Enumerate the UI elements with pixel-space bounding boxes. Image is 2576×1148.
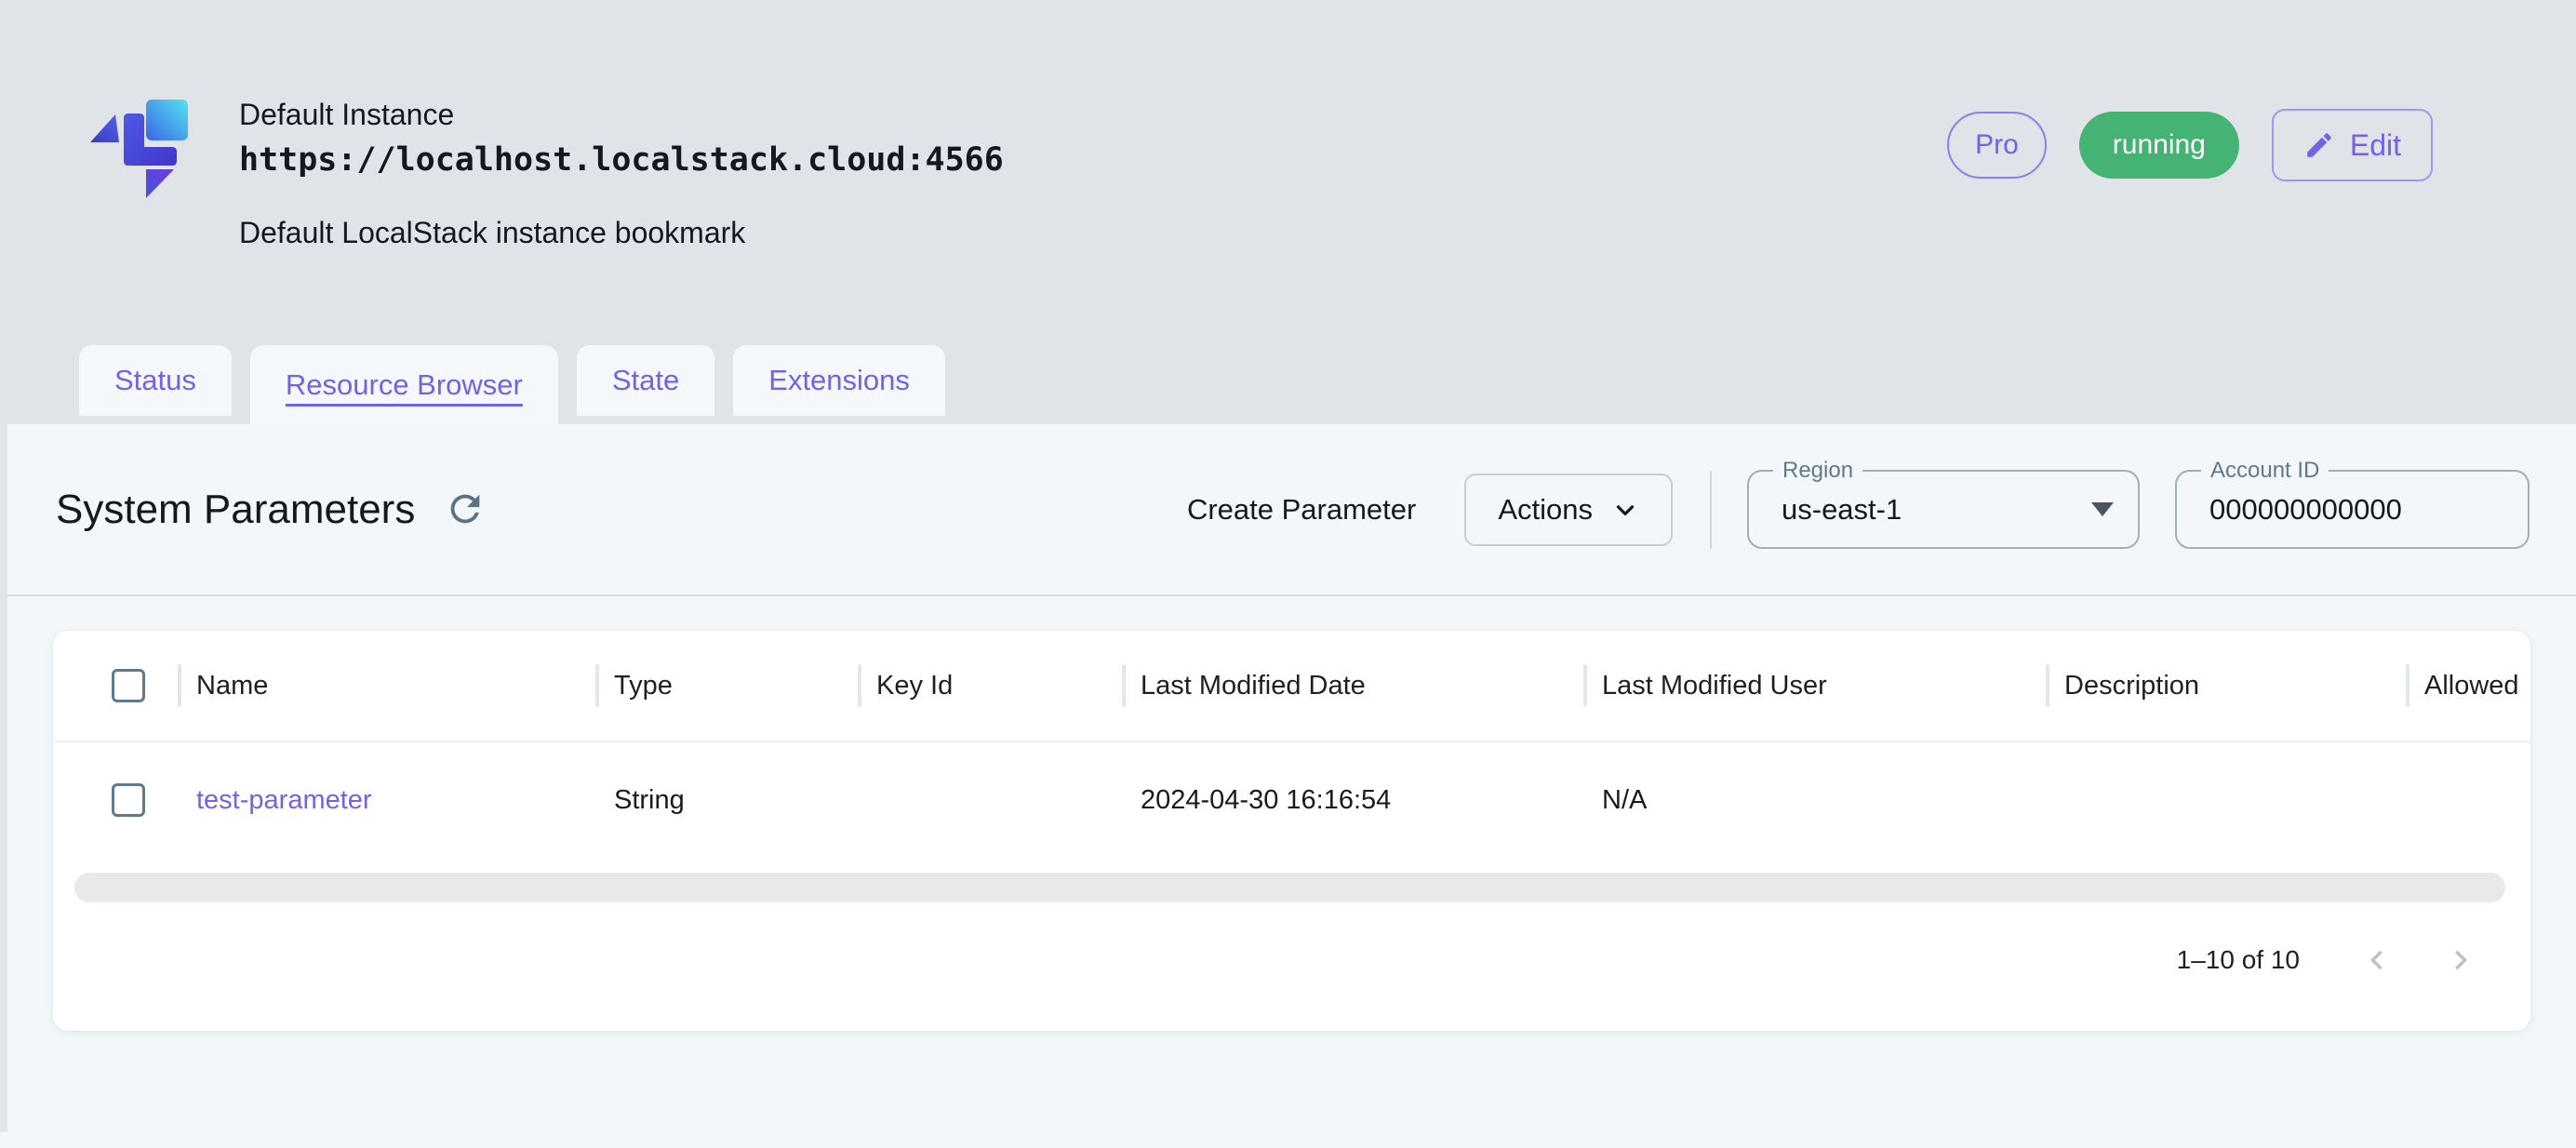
localstack-instance-page: Default Instance https://localhost.local… [0, 0, 2576, 1148]
tab-resource-browser[interactable]: Resource Browser [250, 345, 558, 424]
chevron-right-icon [2441, 941, 2480, 980]
parameter-type: String [614, 785, 685, 816]
chevron-left-icon [2357, 941, 2396, 980]
refresh-button[interactable] [443, 487, 487, 532]
instance-header: Default Instance https://localhost.local… [0, 0, 2576, 424]
edit-button-label: Edit [2350, 128, 2401, 163]
tab-status[interactable]: Status [79, 345, 232, 416]
horizontal-scrollbar [74, 873, 2506, 902]
edit-button[interactable]: Edit [2272, 109, 2433, 181]
create-parameter-button[interactable]: Create Parameter [1187, 493, 1416, 527]
previous-page-button[interactable] [2357, 941, 2396, 980]
instance-subtitle: Default LocalStack instance bookmark [239, 216, 1004, 250]
instance-tabbar: Status Resource Browser State Extensions [0, 345, 2576, 424]
column-header-key-id: Key Id [876, 671, 953, 701]
next-page-button[interactable] [2441, 941, 2480, 980]
region-select-value: us-east-1 [1749, 493, 1902, 527]
tab-state[interactable]: State [577, 345, 714, 416]
column-header-last-modified-user: Last Modified User [1602, 671, 1827, 701]
actions-button-label: Actions [1498, 493, 1593, 527]
parameters-table-card: Name Type Key Id Last Modified Date Last… [53, 631, 2530, 1031]
column-header-type: Type [614, 671, 673, 701]
row-checkbox[interactable] [112, 783, 145, 817]
refresh-icon [444, 487, 487, 530]
table-header-row: Name Type Key Id Last Modified Date Last… [53, 631, 2530, 742]
column-header-allowed: Allowed [2424, 671, 2519, 701]
tab-label: Extensions [768, 364, 910, 397]
tab-label: State [612, 364, 679, 397]
select-all-checkbox[interactable] [112, 669, 145, 702]
region-select-label: Region [1773, 458, 1862, 484]
instance-title: Default Instance [239, 98, 1004, 132]
resource-browser-panel: System Parameters Create Parameter Actio… [0, 424, 2576, 1132]
tab-extensions[interactable]: Extensions [733, 345, 945, 416]
status-badge: running [2079, 112, 2239, 179]
pagination: 1–10 of 10 [53, 902, 2530, 1031]
column-header-name: Name [196, 671, 268, 701]
parameter-last-modified-user: N/A [1602, 785, 1647, 816]
page-title: System Parameters [56, 487, 415, 533]
section-divider [0, 594, 2576, 596]
horizontal-scrollbar-thumb[interactable] [74, 873, 2505, 902]
pencil-icon [2303, 129, 2335, 161]
pagination-range: 1–10 of 10 [2177, 945, 2300, 975]
localstack-logo-icon [88, 98, 191, 200]
toolbar-divider [1710, 471, 1712, 549]
column-header-description: Description [2064, 671, 2199, 701]
instance-url: https://localhost.localstack.cloud:4566 [239, 141, 1004, 179]
table-row: test-parameter String 2024-04-30 16:16:5… [53, 742, 2530, 858]
toolbar: System Parameters Create Parameter Actio… [0, 424, 2576, 594]
plan-badge: Pro [1947, 112, 2047, 179]
parameters-table: Name Type Key Id Last Modified Date Last… [53, 631, 2530, 858]
parameter-name-link[interactable]: test-parameter [196, 785, 372, 816]
account-id-field: Account ID [2175, 470, 2529, 549]
tab-label: Status [114, 364, 196, 397]
column-header-last-modified-date: Last Modified Date [1141, 671, 1366, 701]
chevron-down-icon [1611, 496, 1639, 524]
dropdown-arrow-icon [2091, 502, 2114, 516]
region-select[interactable]: Region us-east-1 [1747, 470, 2140, 549]
account-id-label: Account ID [2201, 458, 2329, 484]
actions-button[interactable]: Actions [1464, 474, 1673, 546]
window-edge [0, 424, 7, 1132]
parameter-last-modified-date: 2024-04-30 16:16:54 [1141, 785, 1391, 816]
tab-label: Resource Browser [286, 368, 523, 402]
